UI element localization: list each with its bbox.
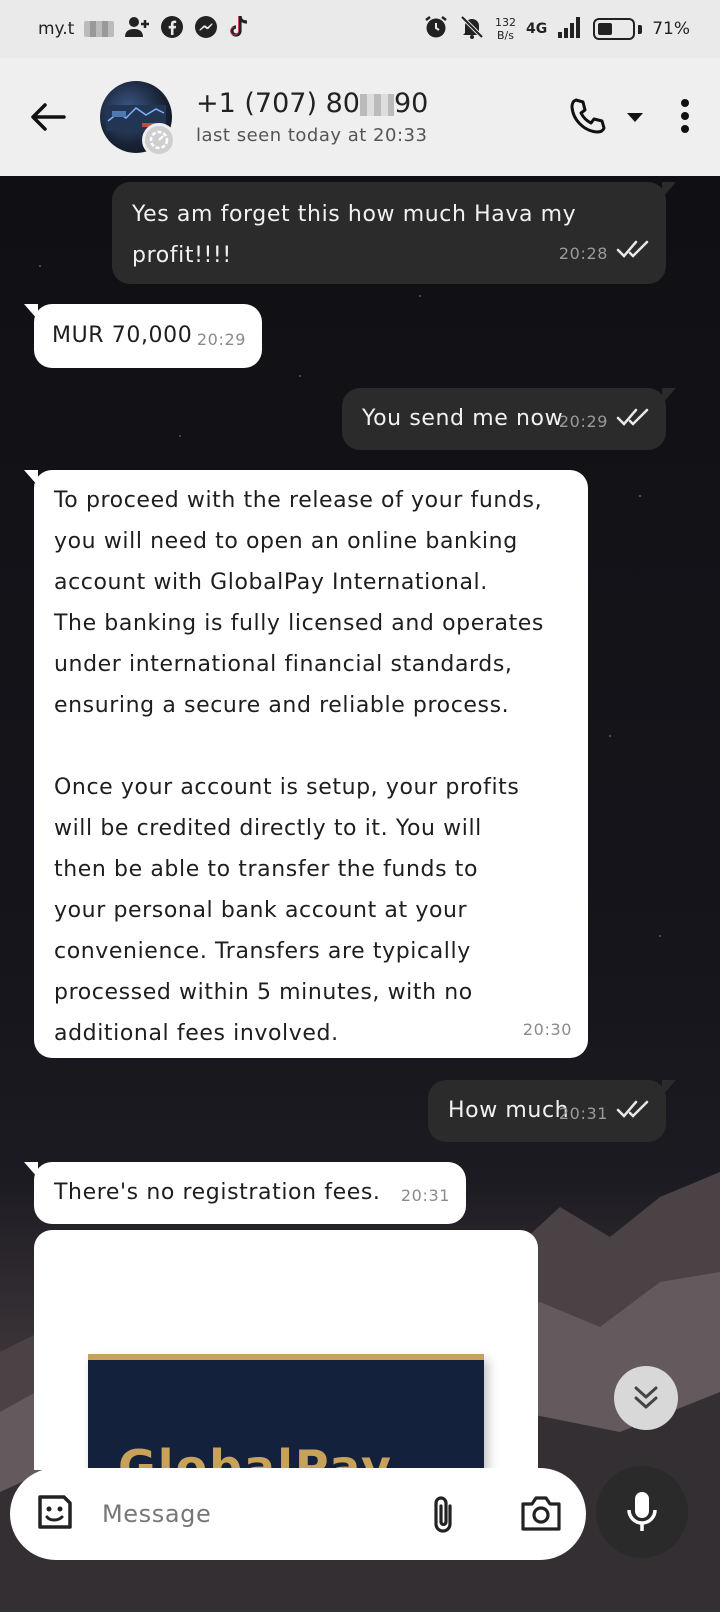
messenger-icon (194, 15, 218, 44)
header-actions (568, 96, 690, 140)
message-meta: 20:31 (559, 1093, 650, 1134)
message-time: 20:31 (400, 1186, 450, 1205)
contact-name: +1 (707) 80 90 (196, 88, 429, 119)
attach-icon[interactable] (428, 1494, 458, 1540)
message-time: 20:31 (558, 1104, 608, 1123)
message-text: To proceed with the release of your fund… (54, 488, 544, 1046)
carrier-redacted (84, 21, 115, 37)
avatar[interactable] (100, 81, 176, 157)
voice-record-button[interactable] (596, 1466, 688, 1558)
message-input[interactable] (102, 1500, 402, 1528)
message-incoming[interactable]: There's no registration fees. 20:31 (24, 1162, 466, 1224)
double-check-read-icon (616, 233, 650, 274)
call-options-chevron-down-icon[interactable] (626, 109, 644, 128)
message-outgoing[interactable]: How much 20:31 (428, 1080, 676, 1142)
compose-bar (10, 1468, 586, 1560)
last-seen-status: last seen today at 20:33 (196, 125, 428, 146)
message-incoming[interactable]: To proceed with the release of your fund… (24, 470, 588, 1058)
signal-icon (557, 16, 583, 43)
facebook-icon (160, 15, 184, 44)
battery-level: 71% (652, 19, 690, 39)
globalpay-logo: GlobalPay (118, 1440, 393, 1470)
message-time: 20:28 (558, 244, 608, 263)
double-check-read-icon (616, 401, 650, 442)
message-time: 20:29 (196, 330, 246, 349)
camera-icon[interactable] (520, 1494, 562, 1536)
message-meta: 20:29 (197, 319, 246, 360)
alarm-icon (423, 14, 449, 45)
message-meta: 20:30 (523, 1009, 572, 1050)
battery-icon (593, 18, 643, 40)
more-options-icon[interactable] (680, 98, 690, 138)
scroll-to-bottom-button[interactable] (614, 1366, 678, 1430)
message-meta: 20:29 (559, 401, 650, 442)
redacted-digits (359, 93, 394, 116)
image-message[interactable]: GlobalPay (34, 1230, 538, 1470)
status-bar: my.t 132 B/s 4G 71% (0, 0, 720, 58)
chat-header: +1 (707) 80 90 last seen today at 20:33 (0, 58, 720, 176)
message-outgoing[interactable]: Yes am forget this how much Hava my prof… (112, 182, 676, 284)
message-time: 20:29 (558, 412, 608, 431)
double-chevron-down-icon (634, 1386, 658, 1409)
status-ring-icon (142, 123, 176, 157)
network-type: 4G (525, 21, 548, 37)
message-outgoing[interactable]: You send me now 20:29 (342, 388, 676, 450)
microphone-icon (627, 1492, 657, 1531)
network-speed: 132 B/s (494, 16, 516, 42)
message-text: There's no registration fees. (54, 1180, 381, 1205)
message-meta: 20:31 (401, 1175, 450, 1216)
carrier-label: my.t (38, 19, 75, 39)
message-incoming[interactable]: MUR 70,000 20:29 (24, 304, 262, 368)
contact-info[interactable]: +1 (707) 80 90 last seen today at 20:33 (196, 88, 428, 146)
message-time: 20:30 (522, 1020, 572, 1039)
phone-icon[interactable] (568, 96, 608, 140)
tiktok-icon (228, 14, 250, 45)
add-contact-icon (124, 16, 150, 43)
back-arrow-icon[interactable] (28, 97, 68, 137)
muted-bell-icon (459, 14, 485, 45)
message-meta: 20:28 (559, 233, 650, 274)
double-check-read-icon (616, 1093, 650, 1134)
sticker-icon[interactable] (34, 1491, 76, 1537)
